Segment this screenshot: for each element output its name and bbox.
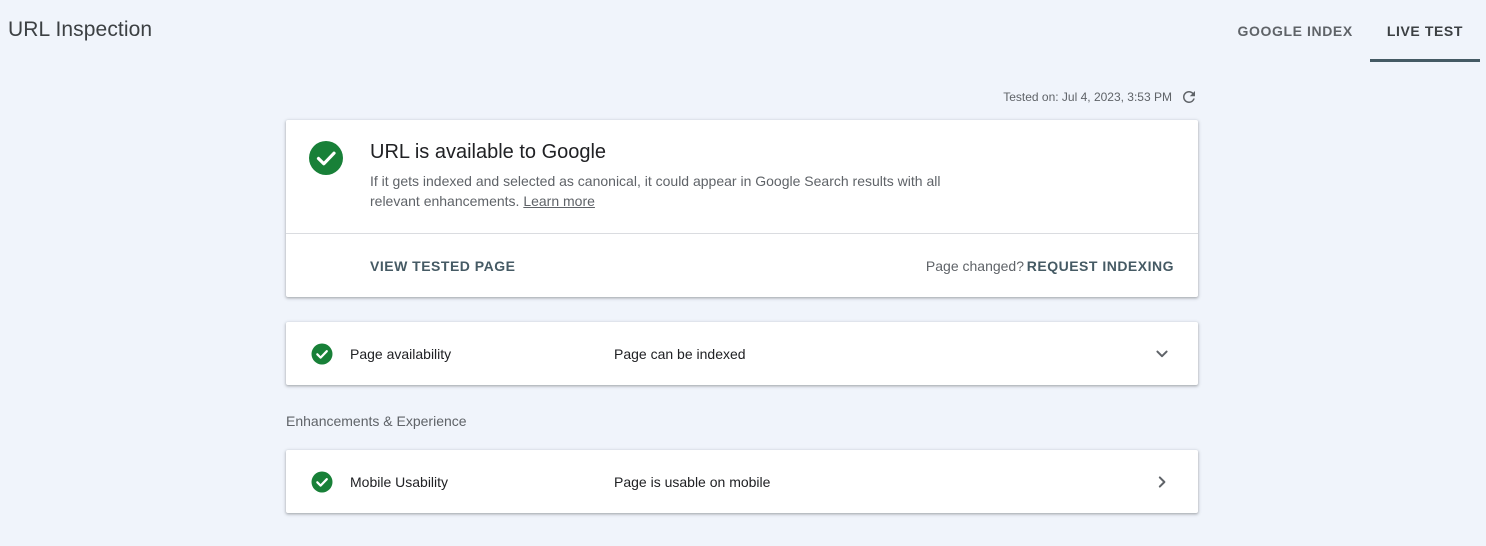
status-description-text: If it gets indexed and selected as canon… xyxy=(370,173,941,209)
tested-on-text: Tested on: Jul 4, 2023, 3:53 PM xyxy=(1003,90,1172,104)
tested-on-info: Tested on: Jul 4, 2023, 3:53 PM xyxy=(930,86,1200,108)
page-availability-row[interactable]: Page availability Page can be indexed xyxy=(286,322,1198,385)
enhancements-heading: Enhancements & Experience xyxy=(286,413,467,429)
learn-more-link[interactable]: Learn more xyxy=(523,193,595,209)
chevron-right-icon[interactable] xyxy=(1150,470,1174,494)
page-changed-label: Page changed? xyxy=(925,257,1024,274)
tab-live-test[interactable]: LIVE TEST xyxy=(1369,0,1480,62)
chevron-down-icon[interactable] xyxy=(1150,342,1174,366)
page-availability-label: Page availability xyxy=(350,345,452,362)
check-circle-icon xyxy=(311,343,333,365)
mobile-usability-value: Page is usable on mobile xyxy=(614,473,771,490)
mobile-usability-label: Mobile Usability xyxy=(350,473,449,490)
tab-google-index[interactable]: GOOGLE INDEX xyxy=(1220,0,1369,62)
view-tested-page-button[interactable]: VIEW TESTED PAGE xyxy=(370,234,515,297)
tab-bar: GOOGLE INDEX LIVE TEST xyxy=(1220,0,1480,62)
check-circle-icon xyxy=(309,141,343,175)
status-description: If it gets indexed and selected as canon… xyxy=(370,171,970,211)
status-summary: URL is available to Google If it gets in… xyxy=(286,120,1198,234)
status-actions: VIEW TESTED PAGE Page changed? REQUEST I… xyxy=(286,234,1198,297)
mobile-usability-row[interactable]: Mobile Usability Page is usable on mobil… xyxy=(286,450,1198,513)
page-availability-value: Page can be indexed xyxy=(614,345,746,362)
page-title: URL Inspection xyxy=(8,18,153,41)
refresh-icon[interactable] xyxy=(1178,86,1200,108)
request-indexing-button[interactable]: REQUEST INDEXING xyxy=(1027,234,1174,297)
check-circle-icon xyxy=(311,471,333,493)
status-title: URL is available to Google xyxy=(370,141,607,163)
url-status-card: URL is available to Google If it gets in… xyxy=(286,120,1198,297)
